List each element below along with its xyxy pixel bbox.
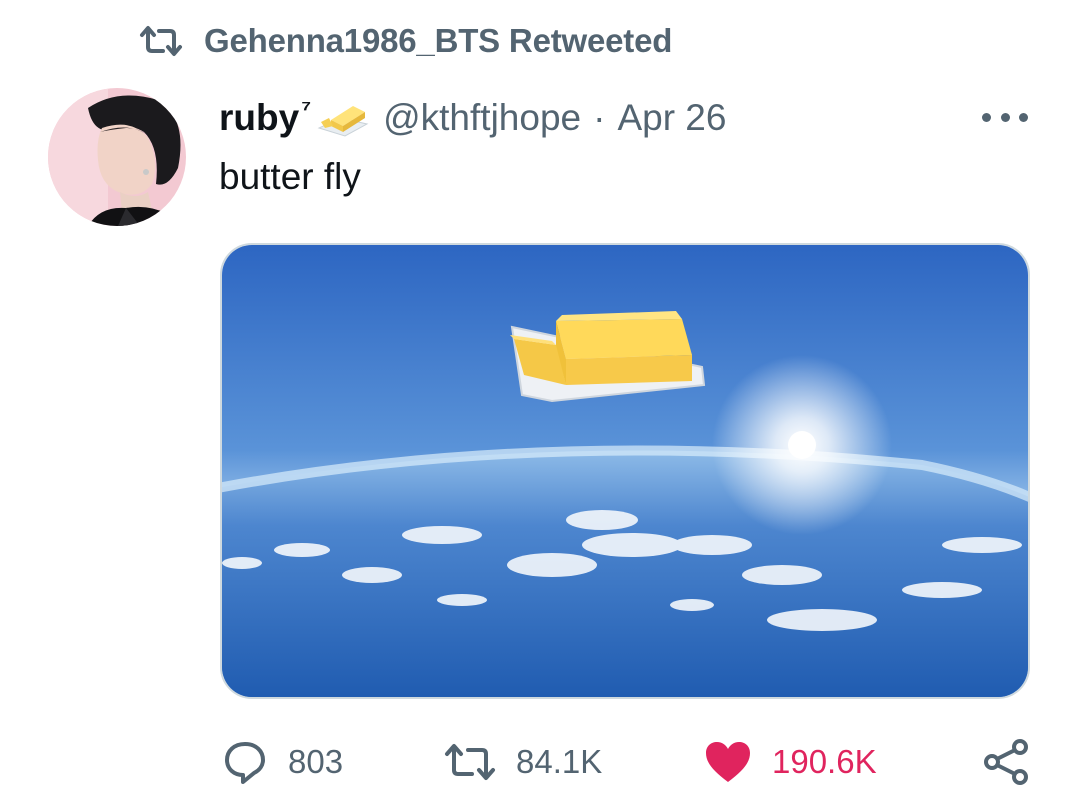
share-button[interactable] bbox=[982, 732, 1030, 792]
tweet-text: butter fly bbox=[219, 156, 361, 197]
share-icon bbox=[984, 739, 1028, 785]
avatar[interactable] bbox=[48, 88, 186, 226]
tweet-media[interactable] bbox=[220, 243, 1030, 699]
retweet-icon bbox=[140, 26, 182, 56]
retweet-icon bbox=[445, 744, 495, 780]
tweet-date[interactable]: Apr 26 bbox=[617, 97, 726, 139]
tweet-header: ruby ⁷ @kthftjhope · Apr 26 bbox=[219, 92, 726, 144]
more-dot bbox=[1000, 112, 1010, 122]
author-name-suffix: ⁷ bbox=[301, 96, 312, 123]
more-dot bbox=[1019, 112, 1028, 122]
butter-over-earth-image bbox=[222, 245, 1028, 697]
reply-button[interactable]: 803 bbox=[222, 732, 343, 792]
action-bar: 803 84.1K 190.6K bbox=[0, 732, 1080, 792]
heart-filled-icon bbox=[706, 742, 750, 782]
like-button[interactable]: 190.6K bbox=[704, 732, 877, 792]
retweet-banner[interactable]: Gehenna1986_BTS Retweeted bbox=[138, 18, 672, 64]
author-name[interactable]: ruby bbox=[219, 97, 299, 139]
retweet-button[interactable]: 84.1K bbox=[444, 732, 602, 792]
like-count: 190.6K bbox=[772, 743, 877, 780]
retweet-banner-label: Gehenna1986_BTS Retweeted bbox=[204, 22, 673, 59]
retweet-count: 84.1K bbox=[516, 743, 603, 780]
author-handle[interactable]: @kthftjhope bbox=[383, 97, 581, 139]
reply-bubble-icon bbox=[225, 742, 265, 784]
more-dot bbox=[982, 112, 991, 122]
reply-count: 803 bbox=[288, 743, 344, 780]
butter-emoji-icon bbox=[317, 106, 369, 137]
tweet-card: Gehenna1986_BTS Retweeted ruby ⁷ @kthftj… bbox=[0, 0, 1080, 810]
separator-dot: · bbox=[593, 97, 606, 138]
more-options-icon[interactable] bbox=[982, 104, 1028, 130]
